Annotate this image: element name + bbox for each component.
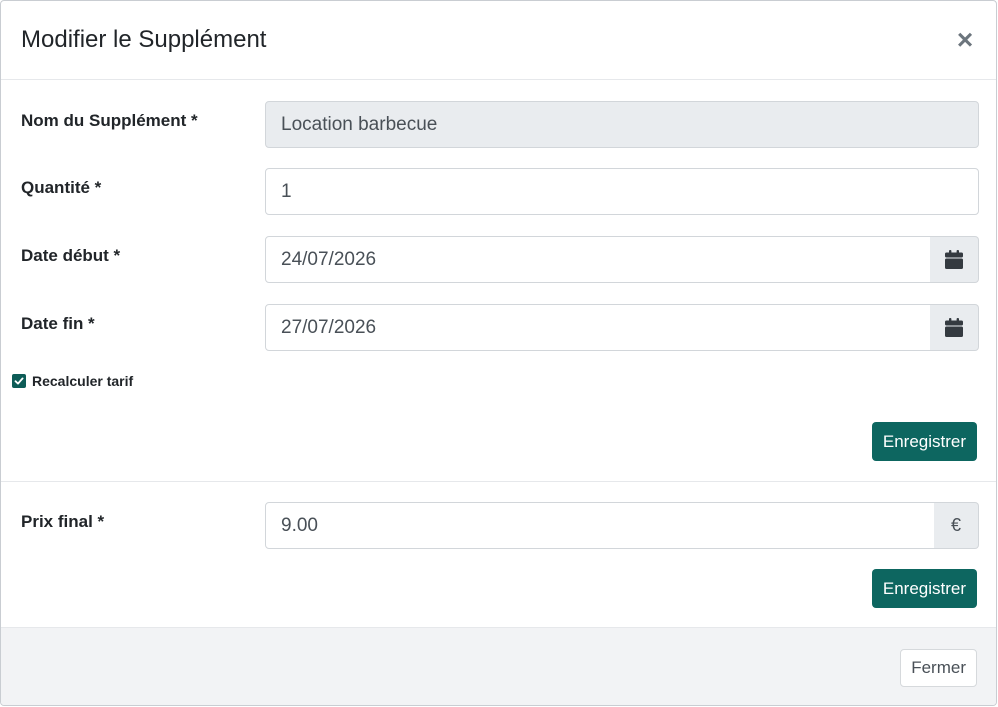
- name-field: Location barbecue: [265, 101, 979, 148]
- calendar-icon: [945, 250, 963, 269]
- name-label: Nom du Supplément *: [21, 111, 198, 130]
- edit-supplement-modal: Modifier le Supplément × Nom du Suppléme…: [0, 0, 997, 706]
- recalculate-checkbox[interactable]: [12, 374, 26, 388]
- section-divider: [1, 481, 996, 482]
- currency-addon: €: [934, 502, 979, 549]
- calendar-icon: [945, 318, 963, 337]
- start-date-calendar-button[interactable]: [930, 236, 979, 283]
- save-price-button[interactable]: Enregistrer: [871, 569, 977, 608]
- end-date-input[interactable]: 27/07/2026: [265, 304, 931, 351]
- save-dates-button[interactable]: Enregistrer: [871, 422, 977, 461]
- close-button[interactable]: Fermer: [900, 649, 977, 687]
- quantity-label: Quantité *: [21, 178, 102, 197]
- quantity-input[interactable]: 1: [265, 168, 979, 215]
- modal-header: Modifier le Supplément ×: [1, 1, 996, 80]
- form-row-price: Prix final * 9.00 €: [1, 502, 996, 550]
- end-date-label: Date fin *: [21, 314, 95, 333]
- checkmark-icon: [14, 377, 24, 385]
- recalculate-option[interactable]: Recalculer tarif: [12, 371, 133, 391]
- modal-title: Modifier le Supplément: [21, 26, 267, 53]
- start-date-input[interactable]: 24/07/2026: [265, 236, 931, 283]
- price-input[interactable]: 9.00: [265, 502, 935, 549]
- price-label: Prix final *: [21, 512, 105, 531]
- end-date-calendar-button[interactable]: [930, 304, 979, 351]
- recalculate-label: Recalculer tarif: [32, 373, 134, 389]
- form-row-end-date: Date fin * 27/07/2026: [1, 304, 996, 352]
- start-date-label: Date début *: [21, 246, 121, 265]
- close-icon[interactable]: ×: [954, 25, 976, 55]
- form-row-quantity: Quantité * 1: [1, 168, 996, 216]
- form-row-name: Nom du Supplément * Location barbecue: [1, 101, 996, 149]
- modal-footer: Fermer: [1, 627, 996, 705]
- form-row-start-date: Date début * 24/07/2026: [1, 236, 996, 284]
